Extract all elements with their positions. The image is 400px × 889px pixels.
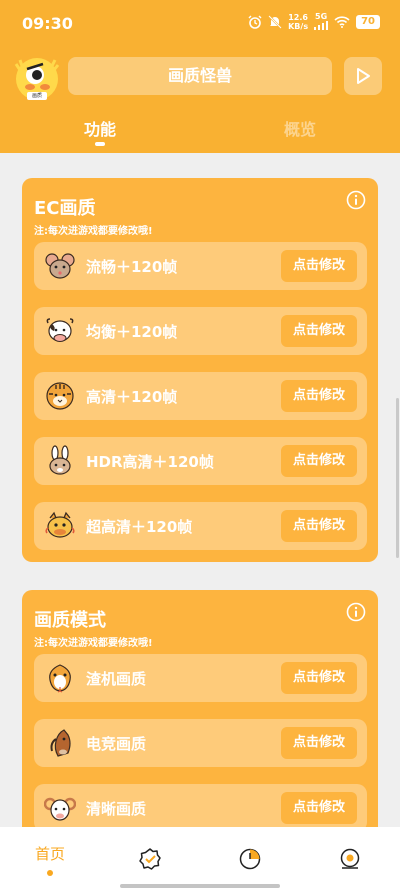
item-label: HDR高清＋120帧 [86,453,214,471]
ram-icon [44,797,76,821]
avatar[interactable]: 画质 [14,56,60,102]
modify-button[interactable]: 点击修改 [281,380,357,412]
dragon-icon [45,511,75,538]
ec-quality-card: EC画质 注:每次进游戏都要修改哦! 流畅＋120帧 点击修改 均衡＋120帧 … [22,178,378,562]
item-label: 均衡＋120帧 [86,323,178,341]
modify-button[interactable]: 点击修改 [281,662,357,694]
nav-profile[interactable] [320,827,380,877]
list-item: 均衡＋120帧 点击修改 [34,307,367,355]
profile-icon [340,848,360,869]
rabbit-icon [49,445,71,475]
scrollbar[interactable] [396,398,399,558]
tiger-icon [46,382,74,410]
nav-active-dot [47,870,53,876]
signal-indicator: 5G [314,12,329,32]
status-icons: 12.6 KB/s 5G 70 [248,12,380,32]
alarm-icon [248,15,262,29]
tab-active-indicator [95,142,105,146]
list-item: 电竞画质 点击修改 [34,719,367,767]
list-item: 清晰画质 点击修改 [34,784,367,827]
signal-icon [314,21,329,30]
bottom-nav: 首页 [0,827,400,889]
app-header: 画质 画质怪兽 功能 概览 [0,50,400,153]
tab-bar: 功能 概览 [0,116,400,153]
modify-button[interactable]: 点击修改 [281,315,357,347]
card-title: 画质模式 [34,610,106,631]
pie-chart-icon [239,848,261,870]
tab-overview[interactable]: 概览 [284,116,316,140]
app-title-bar[interactable]: 画质怪兽 [68,57,332,95]
list-item: 高清＋120帧 点击修改 [34,372,367,420]
item-label: 流畅＋120帧 [86,258,178,276]
mute-bell-icon [268,15,282,29]
modify-button[interactable]: 点击修改 [281,510,357,542]
item-label: 高清＋120帧 [86,388,178,406]
item-label: 超高清＋120帧 [86,518,193,536]
list-item: 超高清＋120帧 点击修改 [34,502,367,550]
ox-icon [46,318,74,342]
horse-icon [50,729,71,757]
card-title: EC画质 [34,198,96,219]
card-note: 注:每次进游戏都要修改哦! [34,226,153,237]
net-speed-unit: KB/s [288,22,309,31]
list-item: 流畅＋120帧 点击修改 [34,242,367,290]
modify-button[interactable]: 点击修改 [281,727,357,759]
modify-button[interactable]: 点击修改 [281,445,357,477]
snake-icon [49,664,71,693]
main-content: EC画质 注:每次进游戏都要修改哦! 流畅＋120帧 点击修改 均衡＋120帧 … [0,153,400,827]
item-label: 清晰画质 [86,800,147,818]
play-icon [357,68,370,84]
list-item: HDR高清＋120帧 点击修改 [34,437,367,485]
info-icon[interactable] [346,602,366,622]
wifi-icon [334,16,350,28]
status-time: 09:30 [22,14,73,33]
info-icon[interactable] [346,190,366,210]
modify-button[interactable]: 点击修改 [281,250,357,282]
tab-functions[interactable]: 功能 [84,116,116,140]
play-button[interactable] [344,57,382,95]
list-item: 渣机画质 点击修改 [34,654,367,702]
net-speed: 12.6 KB/s [288,13,308,31]
item-label: 电竞画质 [86,735,147,753]
signal-label: 5G [315,12,328,21]
net-speed-value: 12.6 [288,13,308,22]
item-label: 渣机画质 [86,670,147,688]
modify-button[interactable]: 点击修改 [281,792,357,824]
quality-mode-card: 画质模式 注:每次进游戏都要修改哦! 渣机画质 点击修改 电竞画质 点击修改 清… [22,590,378,827]
status-bar: 09:30 12.6 KB/s 5G 70 [0,0,400,50]
nav-verified[interactable] [120,827,180,877]
nav-home-label: 首页 [34,845,65,863]
battery-icon: 70 [356,15,380,29]
avatar-badge-text: 画质 [31,93,42,99]
card-note: 注:每次进游戏都要修改哦! [34,638,153,649]
home-indicator [120,884,280,888]
nav-home[interactable]: 首页 [20,827,80,877]
mouse-icon [45,253,75,279]
verified-badge-icon [139,848,161,870]
nav-stats[interactable] [220,827,280,877]
